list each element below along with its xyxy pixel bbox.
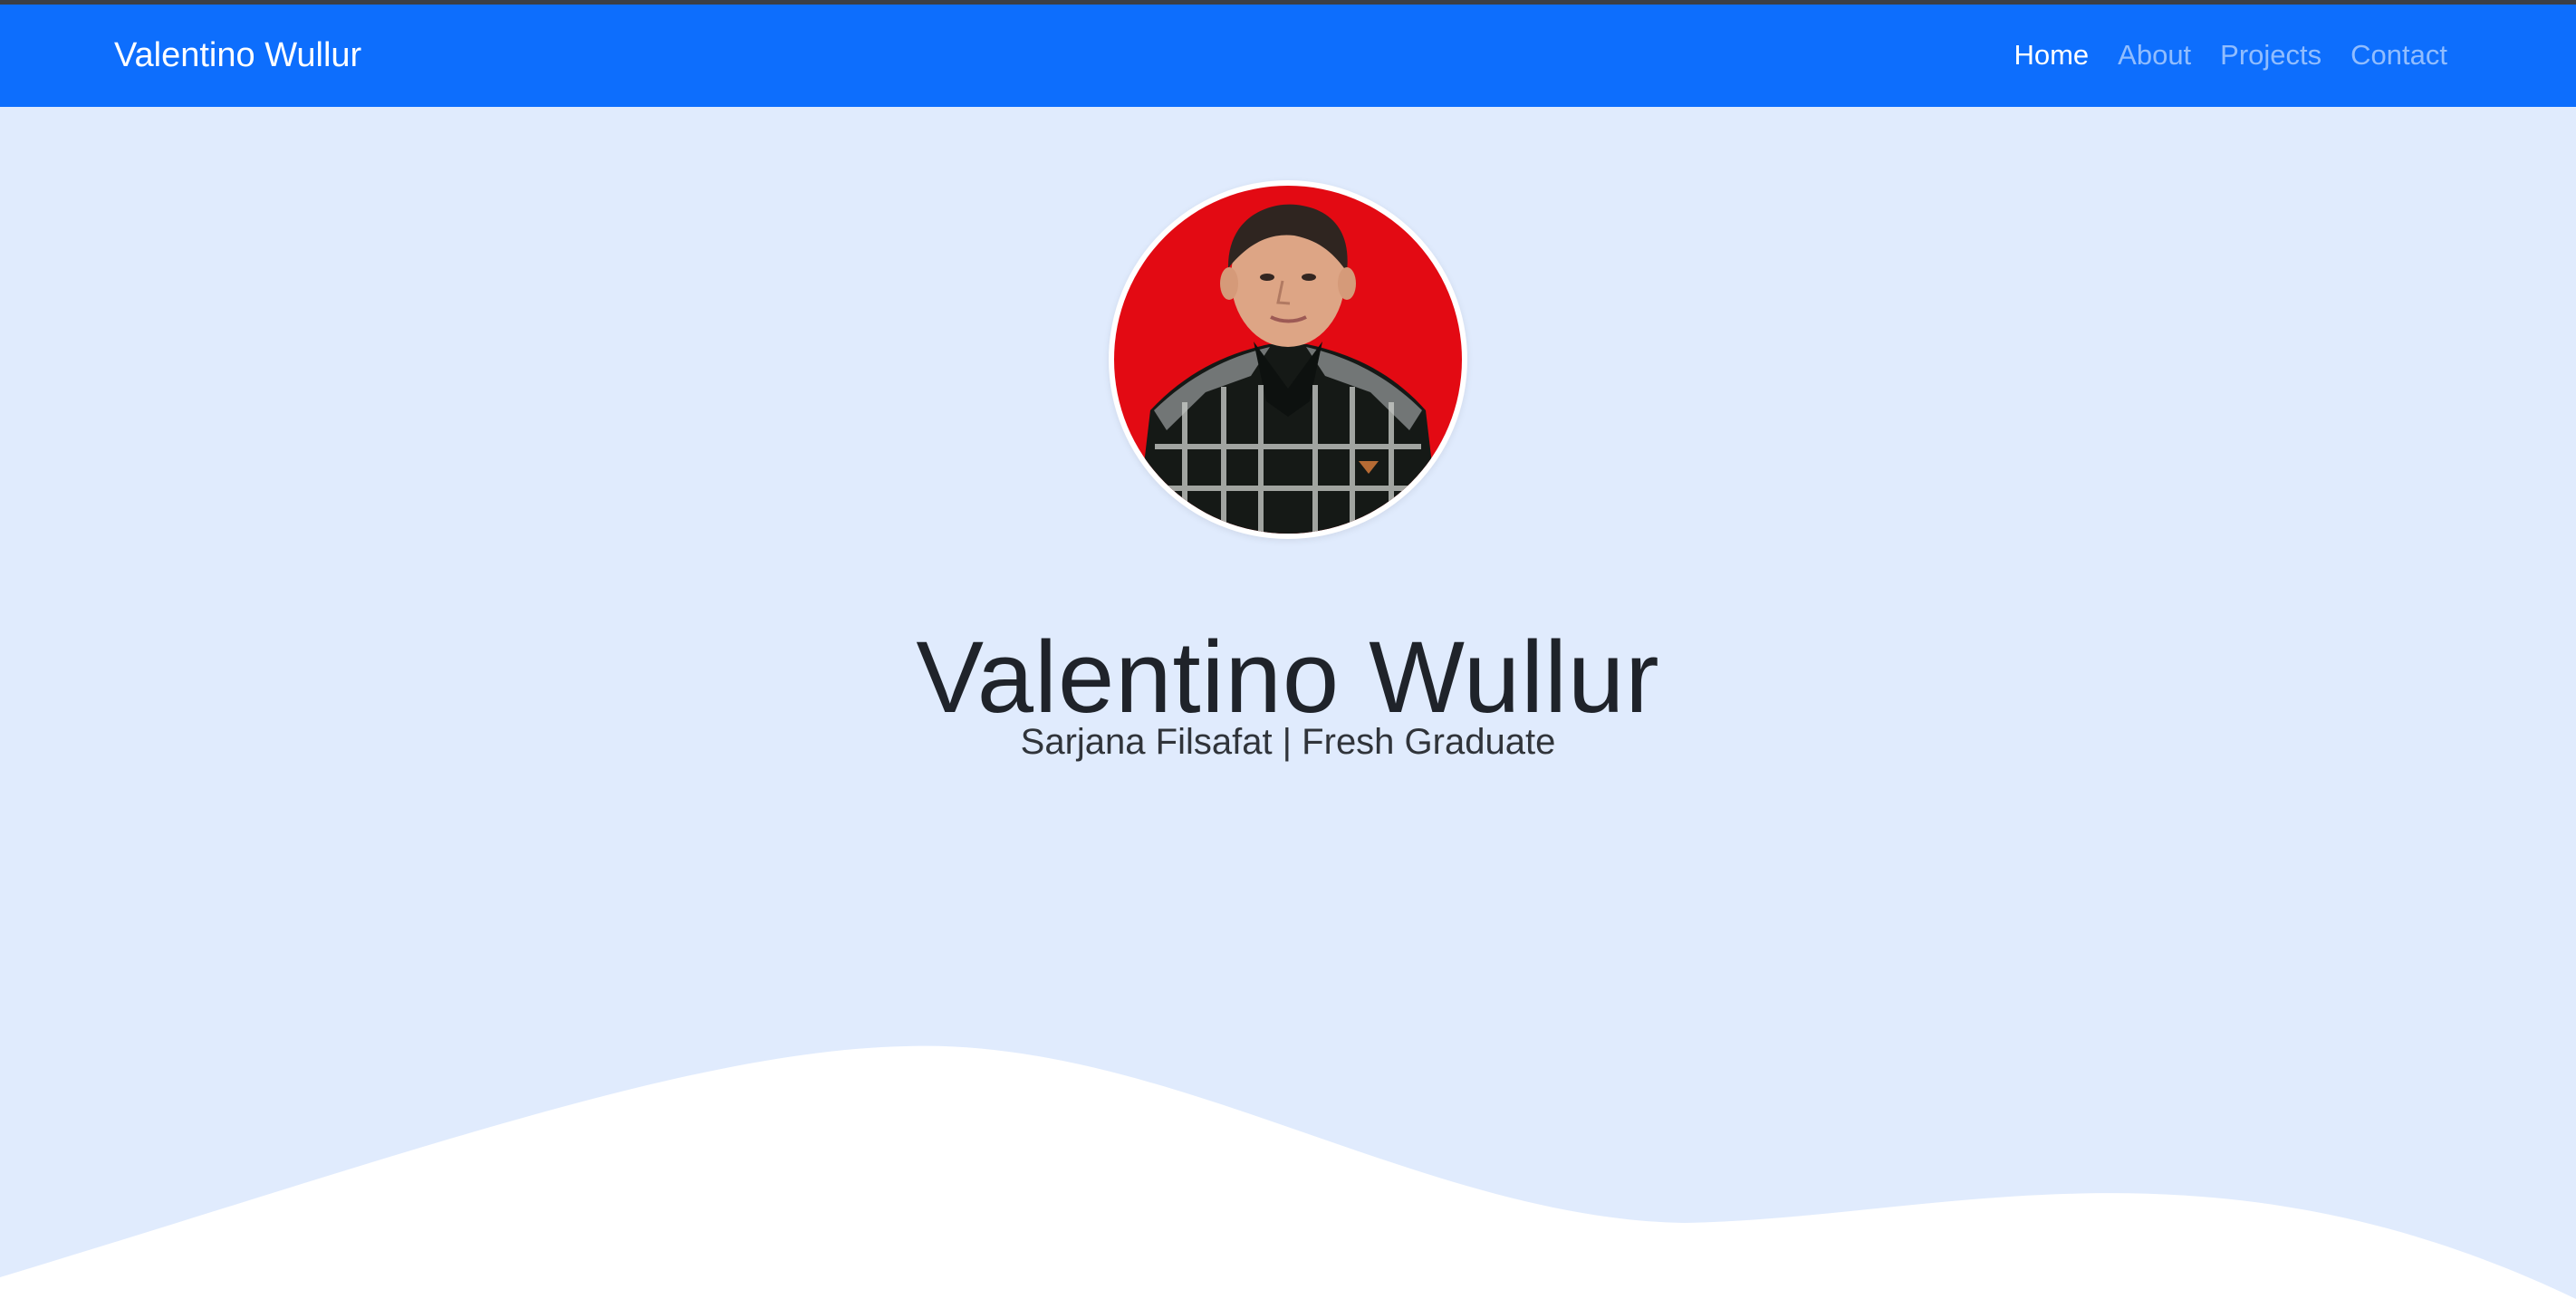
wave-divider — [0, 1045, 2576, 1299]
hero-name: Valentino Wullur — [916, 621, 1660, 735]
nav-links: Home About Projects Contact — [2014, 39, 2447, 72]
hero-subtitle: Sarjana Filsafat | Fresh Graduate — [1020, 722, 1556, 762]
nav-link-projects[interactable]: Projects — [2220, 39, 2321, 72]
nav-link-home[interactable]: Home — [2014, 39, 2089, 72]
profile-photo — [1109, 180, 1467, 539]
navbar-brand[interactable]: Valentino Wullur — [114, 35, 361, 75]
nav-link-about[interactable]: About — [2118, 39, 2191, 72]
navbar: Valentino Wullur Home About Projects Con… — [0, 5, 2576, 107]
nav-link-contact[interactable]: Contact — [2350, 39, 2447, 72]
portrait-illustration — [1114, 186, 1462, 534]
